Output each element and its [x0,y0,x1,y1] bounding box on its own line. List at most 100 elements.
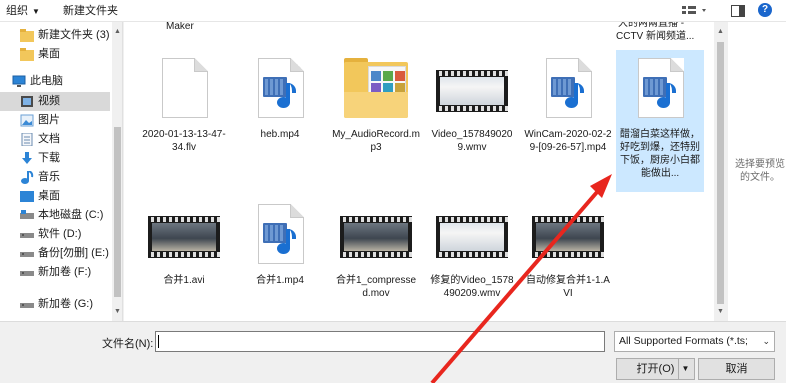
sidebar-item-drive-e[interactable]: 备份[勿删] (E:) [0,244,110,263]
file-name: 2020-01-13-13-47-34.flv [142,129,226,153]
sidebar-item-label: 新建文件夹 (3) [38,29,110,41]
file-item[interactable]: 合并1_compressed.mov [332,198,420,300]
sidebar-item-pictures[interactable]: 图片 [0,111,110,130]
video-icon [20,95,34,108]
sidebar-item-music[interactable]: 音乐 [0,168,110,187]
video-file-icon [532,52,604,124]
chevron-down-icon: ▼ [32,7,40,16]
file-name: 醋溜白菜这样做，好吃到爆，还特别下饭，厨房小白都能做出... [620,129,700,179]
organize-label: 组织 [6,5,28,17]
sidebar-item-label: 备份[勿删] (E:) [38,247,109,259]
scroll-down-icon[interactable]: ▼ [717,308,724,315]
sidebar-item-label: 视频 [38,95,60,107]
sidebar-item-downloads[interactable]: 下载 [0,149,110,168]
sidebar-scrollbar[interactable]: ▲ ▼ [112,22,122,321]
filename-label: 文件名(N): [102,338,154,350]
file-name: 修复的Video_1578490209.wmv [430,275,514,299]
file-name: WinCam-2020-02-29-[09-26-57].mp4 [524,129,612,153]
file-item[interactable]: 自动修复合并1-1.AVI [524,198,612,300]
video-thumbnail [148,198,220,270]
download-icon [20,152,34,165]
sidebar-item-label: 下载 [38,152,60,164]
scroll-down-icon[interactable]: ▼ [114,308,121,315]
file-item-selected[interactable]: 醋溜白菜这样做，好吃到爆，还特别下饭，厨房小白都能做出... [616,50,704,192]
drive-icon [20,266,34,279]
partial-file-label: 大的两兩直播 - [618,22,685,29]
file-item[interactable]: heb.mp4 [236,52,324,141]
file-type-select[interactable]: All Supported Formats (*.ts; ⌄ [614,331,775,352]
file-list: Maker 大的两兩直播 - CCTV 新闻频道... 2020-01-13-1… [124,22,714,321]
file-item[interactable]: 2020-01-13-13-47-34.flv [140,52,228,154]
sidebar-item-drive-c[interactable]: 本地磁盘 (C:) [0,206,110,225]
toolbar: 组织 ▼ 新建文件夹 ? [0,0,786,22]
sidebar-item-label: 音乐 [38,171,60,183]
file-item[interactable]: 合并1.avi [140,198,228,287]
documents-icon [20,132,34,147]
sidebar-item-this-pc[interactable]: 此电脑 [0,72,110,91]
sidebar-item-desktop[interactable]: 桌面 [0,187,110,206]
sidebar-item-drive-g[interactable]: 新加卷 (G:) [0,295,110,314]
file-name: 合并1.avi [163,275,205,286]
scrollbar-thumb[interactable] [717,42,724,304]
sidebar-item-drive-d[interactable]: 软件 (D:) [0,225,110,244]
new-folder-button[interactable]: 新建文件夹 [63,3,118,19]
preview-pane-icon[interactable] [730,3,746,19]
sidebar-item-documents[interactable]: 文档 [0,130,110,149]
sidebar-item-videos[interactable]: 视频 [0,92,110,111]
view-options-icon[interactable] [680,3,710,19]
sidebar-item-label: 文档 [38,133,60,145]
file-name: heb.mp4 [260,129,300,140]
sidebar-item-label: 本地磁盘 (C:) [38,209,104,221]
file-name: 自动修复合并1-1.AVI [526,275,610,299]
sidebar-item-label: 桌面 [38,190,60,202]
video-file-icon [624,52,696,124]
music-icon [20,170,34,184]
partial-file-label: Maker [166,22,194,32]
file-item[interactable]: 合并1.mp4 [236,198,324,287]
drive-icon [20,209,34,222]
drive-icon [20,298,34,311]
text-caret [158,335,159,348]
file-item[interactable]: 修复的Video_1578490209.wmv [428,198,516,300]
sidebar-item-label: 软件 (D:) [38,228,82,240]
folder-icon [20,29,34,42]
sidebar-item-new-folder-3[interactable]: 新建文件夹 (3) [0,26,110,45]
blank-document-icon [148,52,220,124]
sidebar-item-desktop-folder[interactable]: 桌面 [0,45,110,64]
file-name: 合并1.mp4 [256,275,304,286]
sidebar-item-label: 新加卷 (F:) [38,266,92,278]
video-thumbnail [436,52,508,124]
dialog-footer: 文件名(N): All Supported Formats (*.ts; ⌄ 打… [0,321,786,383]
video-file-icon [244,198,316,270]
help-icon[interactable]: ? [758,3,774,19]
help-glyph: ? [758,3,772,17]
sidebar-item-label: 桌面 [38,48,60,60]
scrollbar-thumb[interactable] [114,127,121,297]
open-label: 打开(O) [636,363,675,375]
filename-input[interactable] [155,331,605,352]
sidebar-item-drive-f[interactable]: 新加卷 (F:) [0,263,110,282]
file-name: My_AudioRecord.mp3 [332,129,420,153]
chevron-down-icon[interactable]: ▼ [678,359,692,379]
scroll-up-icon[interactable]: ▲ [717,28,724,35]
music-folder-icon [340,52,412,124]
drive-icon [20,247,34,260]
file-item[interactable]: WinCam-2020-02-29-[09-26-57].mp4 [524,52,612,154]
scroll-up-icon[interactable]: ▲ [114,28,121,35]
video-thumbnail [532,198,604,270]
sidebar-item-label: 此电脑 [30,75,63,87]
pictures-icon [20,114,34,127]
file-item[interactable]: My_AudioRecord.mp3 [332,52,420,154]
file-item[interactable]: Video_1578490209.wmv [428,52,516,154]
chevron-down-icon: ⌄ [762,336,770,346]
sidebar-item-label: 图片 [38,114,60,126]
sidebar-item-label: 新加卷 (G:) [38,298,93,310]
video-thumbnail [436,198,508,270]
organize-button[interactable]: 组织 ▼ [6,3,40,19]
drive-icon [20,228,34,241]
open-button[interactable]: 打开(O) ▼ [616,358,695,380]
folder-icon [20,48,34,61]
file-list-scrollbar[interactable]: ▲ ▼ [714,22,727,321]
file-name: 合并1_compressed.mov [335,275,417,299]
cancel-button[interactable]: 取消 [698,358,775,380]
